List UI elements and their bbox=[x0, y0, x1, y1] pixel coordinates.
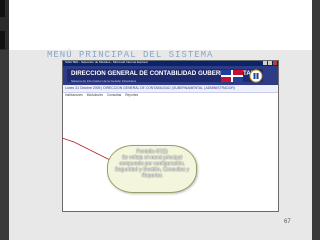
decorative-block bbox=[0, 0, 5, 17]
coat-of-arms-icon bbox=[249, 69, 263, 83]
slide: MENÚ PRINCIPAL DEL SISTEMA SIGCTEN - Sel… bbox=[0, 0, 320, 240]
slide-title: MENÚ PRINCIPAL DEL SISTEMA bbox=[47, 50, 214, 60]
menu-item-instituciones[interactable]: Instituciones bbox=[65, 93, 83, 97]
menu-item-consultas[interactable]: Consultas bbox=[107, 93, 121, 97]
decorative-bar-left bbox=[0, 50, 9, 240]
minimize-icon[interactable] bbox=[263, 61, 267, 65]
close-icon[interactable] bbox=[273, 61, 277, 65]
menu-item-modulos[interactable]: Módulos/es bbox=[87, 93, 103, 97]
callout-text: Pantalla 67(2) Se refleja el menú princi… bbox=[114, 149, 190, 179]
main-menu: Instituciones Módulos/es Consultas Repor… bbox=[65, 93, 138, 97]
window-controls bbox=[263, 61, 277, 65]
page-number: 67 bbox=[284, 219, 291, 225]
menu-item-reportes[interactable]: Reportes bbox=[125, 93, 138, 97]
app-header-subtitle: Sistema de Información de la Gestión Fin… bbox=[71, 79, 136, 83]
decorative-block bbox=[0, 31, 5, 49]
session-info: Lunes 31 Octubre 2005 | DIRECCION GENERA… bbox=[65, 86, 236, 90]
flag-icon bbox=[221, 70, 243, 82]
maximize-icon[interactable] bbox=[268, 61, 272, 65]
callout-bubble: Pantalla 67(2) Se refleja el menú princi… bbox=[107, 145, 197, 193]
decorative-bar-right bbox=[312, 0, 320, 240]
window-title: SIGCTEN - Selección de Módulos - Microso… bbox=[65, 60, 149, 64]
